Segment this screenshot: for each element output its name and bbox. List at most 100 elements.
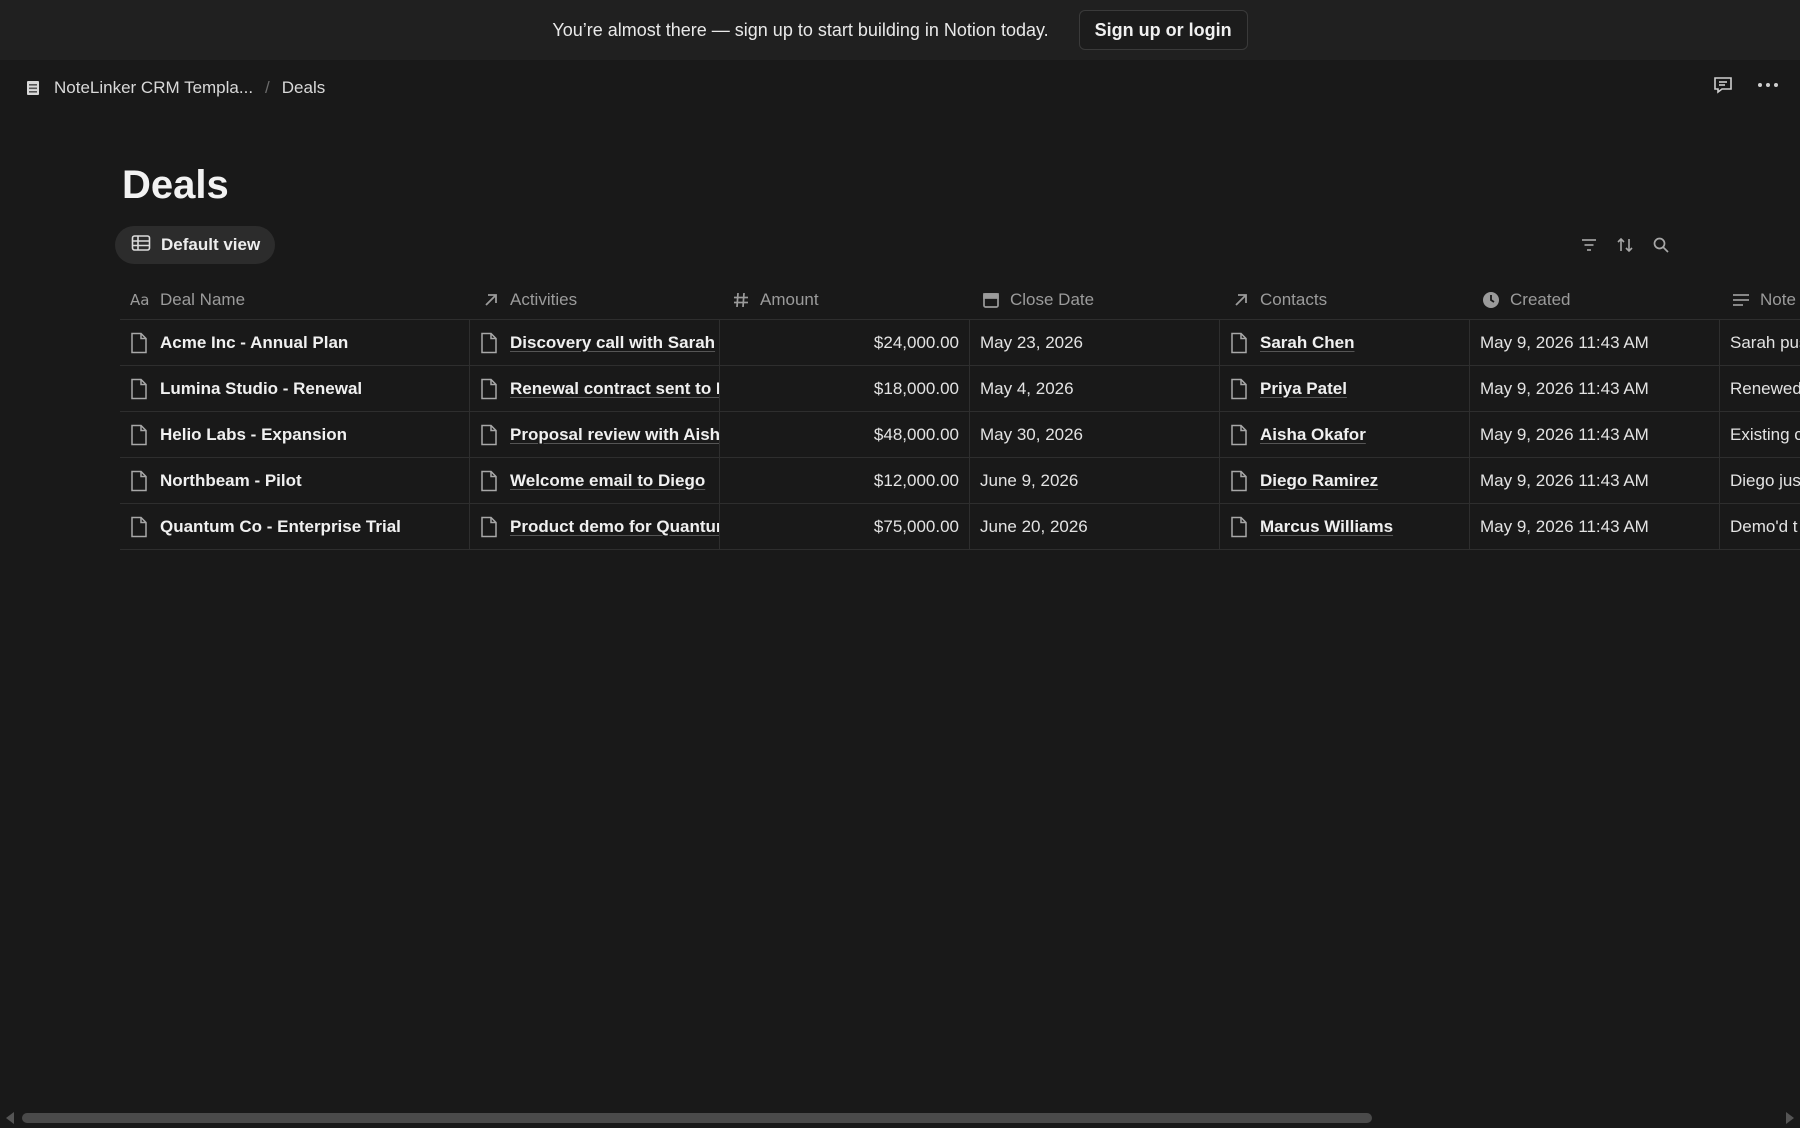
note-cell[interactable]: Existing c [1720, 412, 1800, 457]
default-view-tab[interactable]: Default view [115, 226, 276, 264]
database-page-icon[interactable] [26, 80, 40, 96]
contact-link[interactable]: Sarah Chen [1260, 333, 1354, 353]
column-label: Activities [510, 289, 578, 309]
breadcrumb-current[interactable]: Deals [282, 78, 325, 98]
created-cell[interactable]: May 9, 2026 11:43 AM [1470, 504, 1720, 549]
contact-link[interactable]: Priya Patel [1260, 379, 1347, 399]
note-value: Sarah pus [1730, 332, 1800, 352]
close-date-cell[interactable]: May 4, 2026 [970, 366, 1220, 411]
filter-icon[interactable] [1580, 237, 1598, 258]
contacts-cell[interactable]: Priya Patel [1220, 366, 1470, 411]
page-icon [130, 424, 148, 446]
deal-name[interactable]: Acme Inc - Annual Plan [160, 333, 348, 353]
contacts-cell[interactable]: Diego Ramirez [1220, 458, 1470, 503]
deal-name-cell[interactable]: Northbeam - Pilot [120, 458, 470, 503]
contact-link[interactable]: Diego Ramirez [1260, 471, 1378, 491]
more-options-icon[interactable] [1756, 74, 1780, 101]
table-row[interactable]: Lumina Studio - Renewal Renewal contract … [120, 366, 1800, 412]
amount-cell[interactable]: $12,000.00 [720, 458, 970, 503]
activities-cell[interactable]: Renewal contract sent to P [470, 366, 720, 411]
close-date-cell[interactable]: June 20, 2026 [970, 504, 1220, 549]
note-cell[interactable]: Renewed [1720, 366, 1800, 411]
column-header-activities[interactable]: Activities [470, 280, 720, 319]
table-row[interactable]: Acme Inc - Annual Plan Discovery call wit… [120, 320, 1800, 366]
activities-cell[interactable]: Welcome email to Diego [470, 458, 720, 503]
comment-icon[interactable] [1712, 74, 1734, 101]
search-icon[interactable] [1652, 236, 1670, 259]
page-icon [480, 470, 498, 492]
table-view-icon [131, 234, 151, 257]
close-date-cell[interactable]: May 30, 2026 [970, 412, 1220, 457]
scroll-right-arrow-icon[interactable] [1786, 1112, 1794, 1124]
activity-link[interactable]: Renewal contract sent to P [510, 379, 719, 399]
contacts-cell[interactable]: Sarah Chen [1220, 320, 1470, 365]
scroll-left-arrow-icon[interactable] [6, 1112, 14, 1124]
note-value: Renewed [1730, 378, 1800, 398]
contact-link[interactable]: Aisha Okafor [1260, 425, 1366, 445]
column-header-created[interactable]: Created [1470, 280, 1720, 319]
deal-name[interactable]: Helio Labs - Expansion [160, 425, 347, 445]
activities-cell[interactable]: Product demo for Quantur [470, 504, 720, 549]
deals-table: Aa Deal Name Activities Amount Close Dat… [120, 280, 1800, 550]
column-header-contacts[interactable]: Contacts [1220, 280, 1470, 319]
close-date-value: June 20, 2026 [980, 516, 1088, 536]
activities-cell[interactable]: Discovery call with Sarah [470, 320, 720, 365]
column-header-deal-name[interactable]: Aa Deal Name [120, 280, 470, 319]
activity-link[interactable]: Proposal review with Aisha [510, 425, 719, 445]
amount-value: $12,000.00 [873, 470, 959, 490]
amount-cell[interactable]: $75,000.00 [720, 504, 970, 549]
amount-cell[interactable]: $18,000.00 [720, 366, 970, 411]
note-value: Existing c [1730, 424, 1800, 444]
sort-icon[interactable] [1616, 236, 1634, 259]
activity-link[interactable]: Discovery call with Sarah [510, 333, 715, 353]
deal-name[interactable]: Lumina Studio - Renewal [160, 379, 362, 399]
activity-link[interactable]: Welcome email to Diego [510, 471, 705, 491]
note-cell[interactable]: Diego jus [1720, 458, 1800, 503]
page-icon [480, 516, 498, 538]
page-icon [1230, 332, 1248, 354]
created-cell[interactable]: May 9, 2026 11:43 AM [1470, 366, 1720, 411]
scrollbar-thumb[interactable] [22, 1113, 1372, 1123]
table-row[interactable]: Northbeam - Pilot Welcome email to Diego $… [120, 458, 1800, 504]
note-cell[interactable]: Sarah pus [1720, 320, 1800, 365]
signup-login-button[interactable]: Sign up or login [1078, 10, 1248, 50]
page-icon [130, 378, 148, 400]
page-icon [1230, 424, 1248, 446]
page-icon [130, 332, 148, 354]
relation-arrow-icon [480, 292, 502, 308]
close-date-cell[interactable]: May 23, 2026 [970, 320, 1220, 365]
amount-cell[interactable]: $24,000.00 [720, 320, 970, 365]
note-cell[interactable]: Demo'd t [1720, 504, 1800, 549]
page-icon [480, 424, 498, 446]
column-header-note[interactable]: Note [1720, 280, 1800, 319]
note-value: Demo'd t [1730, 516, 1798, 536]
page-icon [130, 516, 148, 538]
activities-cell[interactable]: Proposal review with Aisha [470, 412, 720, 457]
created-value: May 9, 2026 11:43 AM [1480, 470, 1649, 490]
activity-link[interactable]: Product demo for Quantur [510, 517, 719, 537]
close-date-value: May 30, 2026 [980, 424, 1084, 444]
deal-name-cell[interactable]: Helio Labs - Expansion [120, 412, 470, 457]
column-header-amount[interactable]: Amount [720, 280, 970, 319]
table-row[interactable]: Quantum Co - Enterprise Trial Product dem… [120, 504, 1800, 550]
contacts-cell[interactable]: Aisha Okafor [1220, 412, 1470, 457]
horizontal-scrollbar[interactable] [0, 1108, 1800, 1128]
deal-name[interactable]: Northbeam - Pilot [160, 471, 302, 491]
deal-name-cell[interactable]: Acme Inc - Annual Plan [120, 320, 470, 365]
deal-name-cell[interactable]: Lumina Studio - Renewal [120, 366, 470, 411]
table-row[interactable]: Helio Labs - Expansion Proposal review wi… [120, 412, 1800, 458]
calendar-icon [980, 291, 1002, 309]
contact-link[interactable]: Marcus Williams [1260, 517, 1393, 537]
created-cell[interactable]: May 9, 2026 11:43 AM [1470, 320, 1720, 365]
page-title: Deals [122, 163, 229, 207]
close-date-cell[interactable]: June 9, 2026 [970, 458, 1220, 503]
deal-name[interactable]: Quantum Co - Enterprise Trial [160, 517, 401, 537]
created-cell[interactable]: May 9, 2026 11:43 AM [1470, 458, 1720, 503]
contacts-cell[interactable]: Marcus Williams [1220, 504, 1470, 549]
column-header-close-date[interactable]: Close Date [970, 280, 1220, 319]
deal-name-cell[interactable]: Quantum Co - Enterprise Trial [120, 504, 470, 549]
breadcrumb-parent[interactable]: NoteLinker CRM Templa... [54, 78, 253, 98]
amount-cell[interactable]: $48,000.00 [720, 412, 970, 457]
created-cell[interactable]: May 9, 2026 11:43 AM [1470, 412, 1720, 457]
close-date-value: May 23, 2026 [980, 332, 1084, 352]
